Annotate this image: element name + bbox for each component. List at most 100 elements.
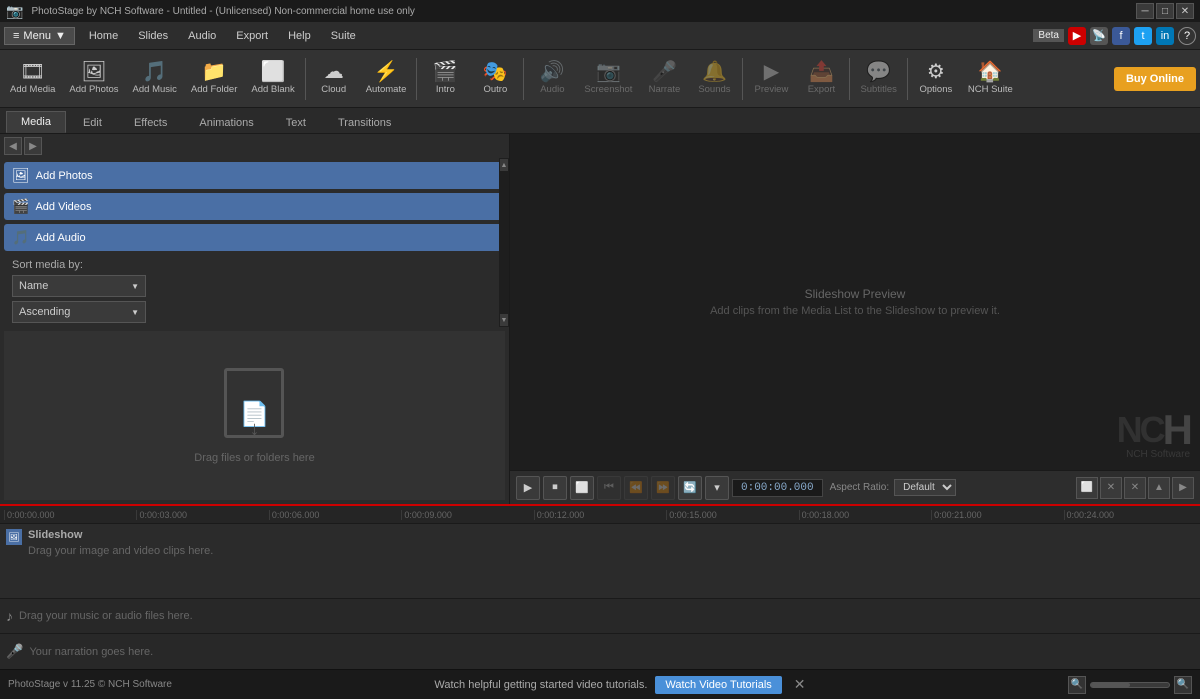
media-scrollbar[interactable]: ▲ ▼: [499, 158, 509, 327]
zoom-slider-fill: [1091, 683, 1130, 687]
preview-close-x-button[interactable]: ✕: [1100, 477, 1122, 499]
tab-text[interactable]: Text: [271, 112, 321, 133]
cloud-button[interactable]: ☁ Cloud: [310, 53, 358, 105]
add-folder-button[interactable]: 📁 Add Folder: [185, 53, 243, 105]
tab-edit[interactable]: Edit: [68, 112, 117, 133]
loop-button[interactable]: ⬜: [570, 476, 594, 500]
more-transport-button[interactable]: ▾: [705, 476, 729, 500]
audio-label: Audio: [540, 84, 564, 95]
loop-toggle-button[interactable]: 🔄: [678, 476, 702, 500]
add-media-icon: 🎞: [20, 62, 45, 82]
menu-item-help[interactable]: Help: [278, 26, 321, 46]
menu-item-slides[interactable]: Slides: [128, 26, 178, 46]
add-blank-button[interactable]: ⬜ Add Blank: [245, 53, 300, 105]
stop-button[interactable]: ⏹: [543, 476, 567, 500]
title-bar-left: 📷 PhotoStage by NCH Software - Untitled …: [6, 3, 415, 20]
close-notification-button[interactable]: ✕: [794, 676, 806, 693]
outro-button[interactable]: 🎭 Outro: [471, 53, 519, 105]
slideshow-track-drop: Drag your image and video clips here.: [28, 545, 213, 557]
add-photos-btn[interactable]: 🖼 Add Photos: [4, 162, 505, 189]
step-back-button[interactable]: ⏪: [624, 476, 648, 500]
rss-icon[interactable]: 📡: [1090, 27, 1108, 45]
nch-suite-button[interactable]: 🏠 NCH Suite: [962, 53, 1019, 105]
tab-transitions[interactable]: Transitions: [323, 112, 406, 133]
mini-btn-prev[interactable]: ◀: [4, 137, 22, 155]
linkedin-icon[interactable]: in: [1156, 27, 1174, 45]
automate-label: Automate: [366, 84, 407, 95]
preview-close-button[interactable]: ✕: [1124, 477, 1146, 499]
tab-effects[interactable]: Effects: [119, 112, 182, 133]
close-button[interactable]: ✕: [1176, 3, 1194, 19]
add-videos-btn-label: Add Videos: [35, 201, 91, 213]
audio-track[interactable]: ♪ Drag your music or audio files here.: [0, 599, 1200, 634]
sort-name-select[interactable]: Name ▼: [12, 275, 146, 297]
aspect-ratio-select[interactable]: Default: [894, 479, 956, 496]
zoom-slider[interactable]: [1090, 682, 1170, 688]
play-button[interactable]: ▶: [516, 476, 540, 500]
add-music-button[interactable]: 🎵 Add Music: [127, 53, 183, 105]
toolbar-sep-3: [523, 58, 524, 100]
transport-bar: ▶ ⏹ ⬜ ⏮ ⏪ ⏩ 🔄 ▾ 0:00:00.000 Aspect Ratio…: [510, 470, 1200, 504]
mini-btn-next[interactable]: ▶: [24, 137, 42, 155]
preview-title: Slideshow Preview: [710, 287, 1000, 301]
sort-name-chevron: ▼: [131, 282, 139, 291]
title-text: PhotoStage by NCH Software - Untitled - …: [31, 6, 415, 17]
automate-button[interactable]: ⚡ Automate: [360, 53, 413, 105]
narration-track[interactable]: 🎤 Your narration goes here.: [0, 634, 1200, 669]
zoom-controls: 🔍 🔍: [1068, 676, 1192, 694]
toolbar: 🎞 Add Media 🖼 Add Photos 🎵 Add Music 📁 A…: [0, 50, 1200, 108]
media-actions: 🖼 Add Photos 🎬 Add Videos 🎵 Add Audio So…: [0, 158, 509, 327]
subtitles-label: Subtitles: [860, 84, 896, 95]
skip-to-start-button[interactable]: ⏮: [597, 476, 621, 500]
menu-button[interactable]: ≡ Menu ▼: [4, 27, 75, 45]
maximize-button[interactable]: □: [1156, 3, 1174, 19]
step-forward-button[interactable]: ⏩: [651, 476, 675, 500]
preview-expand-button[interactable]: ▲: [1148, 477, 1170, 499]
preview-settings-button[interactable]: ▶: [1172, 477, 1194, 499]
tab-animations[interactable]: Animations: [184, 112, 268, 133]
add-audio-btn[interactable]: 🎵 Add Audio: [4, 224, 505, 251]
facebook-icon[interactable]: f: [1112, 27, 1130, 45]
narration-track-drop: Your narration goes here.: [29, 646, 153, 658]
slideshow-track[interactable]: 🖼 Slideshow Drag your image and video cl…: [0, 524, 1200, 599]
drag-placeholder: 📄 ↓ Drag files or folders here: [194, 368, 314, 464]
tab-media[interactable]: Media: [6, 111, 66, 133]
add-media-button[interactable]: 🎞 Add Media: [4, 53, 61, 105]
options-button[interactable]: ⚙ Options: [912, 53, 960, 105]
menu-item-audio[interactable]: Audio: [178, 26, 226, 46]
minimize-button[interactable]: ─: [1136, 3, 1154, 19]
buy-online-button[interactable]: Buy Online: [1114, 67, 1196, 91]
help-icon[interactable]: ?: [1178, 27, 1196, 45]
zoom-in-button[interactable]: 🔍: [1068, 676, 1086, 694]
preview-area: Slideshow Preview Add clips from the Med…: [510, 134, 1200, 470]
menu-item-export[interactable]: Export: [226, 26, 278, 46]
watch-tutorials-button[interactable]: Watch Video Tutorials: [655, 676, 781, 694]
file-icon: 📄 ↓: [224, 368, 284, 438]
scrollbar-up-btn[interactable]: ▲: [500, 159, 508, 171]
sort-name-wrapper: Name ▼: [12, 275, 497, 297]
zoom-out-button[interactable]: 🔍: [1174, 676, 1192, 694]
add-audio-btn-label: Add Audio: [35, 232, 85, 244]
twitter-icon[interactable]: t: [1134, 27, 1152, 45]
preview-shrink-button[interactable]: ⬜: [1076, 477, 1098, 499]
version-label: PhotoStage v 11.25 © NCH Software: [8, 679, 172, 690]
help-notification: Watch helpful getting started video tuto…: [434, 676, 805, 694]
menu-right-icons: ▶ 📡 f t in ?: [1068, 27, 1196, 45]
intro-icon: 🎬: [433, 62, 458, 82]
drag-files-area[interactable]: 📄 ↓ Drag files or folders here: [4, 331, 505, 500]
sounds-label: Sounds: [698, 84, 730, 95]
add-photos-btn-label: Add Photos: [36, 170, 93, 182]
scrollbar-down-btn[interactable]: ▼: [500, 314, 508, 326]
ruler-mark-1: 0:00:03.000: [136, 510, 268, 520]
sounds-icon: 🔔: [702, 62, 727, 82]
sort-order-select[interactable]: Ascending ▼: [12, 301, 146, 323]
menu-bar: ≡ Menu ▼ Home Slides Audio Export Help S…: [0, 22, 1200, 50]
add-videos-btn[interactable]: 🎬 Add Videos: [4, 193, 505, 220]
toolbar-sep-2: [416, 58, 417, 100]
menu-item-suite[interactable]: Suite: [321, 26, 366, 46]
menu-item-home[interactable]: Home: [79, 26, 128, 46]
add-photos-button[interactable]: 🖼 Add Photos: [63, 53, 124, 105]
youtube-icon[interactable]: ▶: [1068, 27, 1086, 45]
add-blank-icon: ⬜: [261, 62, 286, 82]
intro-button[interactable]: 🎬 Intro: [421, 53, 469, 105]
